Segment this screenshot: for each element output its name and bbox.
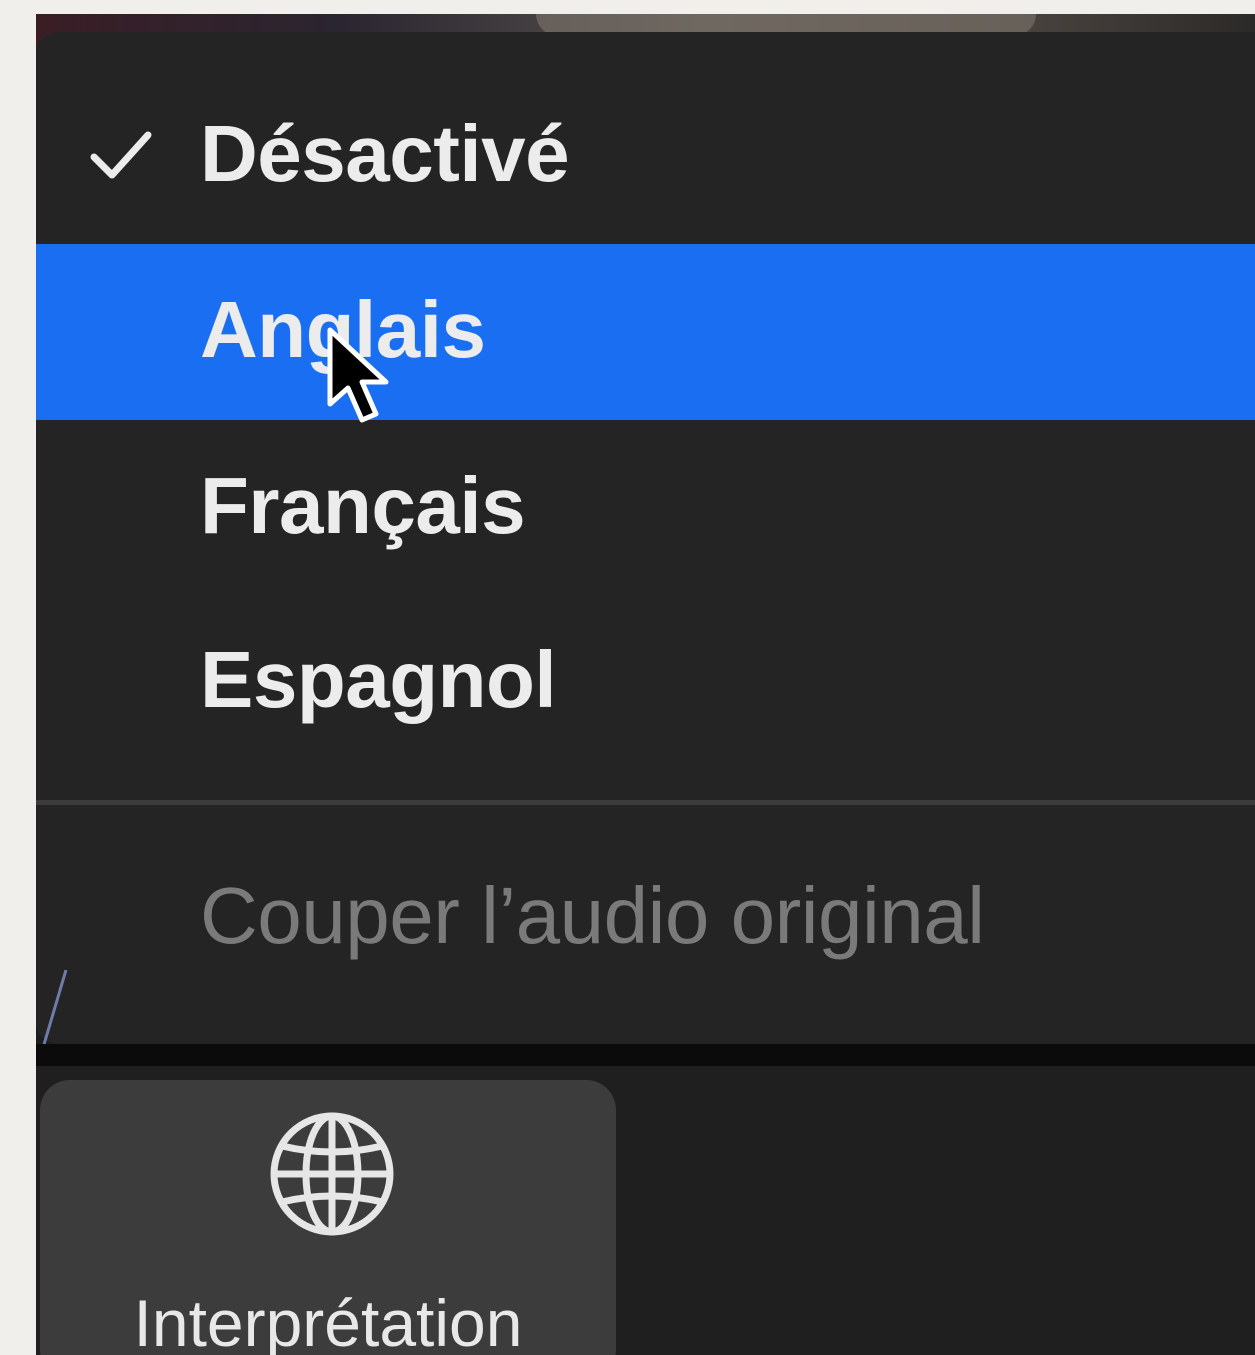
menu-item-espagnol[interactable]: Espagnol <box>36 594 1255 770</box>
menu-item-label: Français <box>200 461 526 551</box>
menu-bottom-edge <box>36 1044 1255 1066</box>
checkmark-icon <box>90 131 152 179</box>
interpretation-language-menu: Désactivé Anglais Français Espagnol Coup… <box>36 32 1255 1059</box>
meeting-window: Désactivé Anglais Français Espagnol Coup… <box>36 14 1255 1355</box>
menu-separator <box>36 800 1255 805</box>
menu-item-anglais[interactable]: Anglais <box>36 244 1255 420</box>
menu-item-label: Couper l’audio original <box>200 871 985 961</box>
mouse-pointer-icon <box>327 327 389 423</box>
menu-item-desactive[interactable]: Désactivé <box>36 68 1255 244</box>
menu-item-label: Espagnol <box>200 635 557 725</box>
interpretation-button[interactable]: Interprétation <box>40 1080 616 1355</box>
interpretation-button-label: Interprétation <box>133 1286 523 1355</box>
globe-icon <box>270 1112 394 1236</box>
menu-item-label: Désactivé <box>200 109 570 199</box>
menu-item-francais[interactable]: Français <box>36 420 1255 596</box>
meeting-toolbar: Interprétation <box>36 1066 1255 1355</box>
menu-item-mute-original-audio: Couper l’audio original <box>36 830 1255 1006</box>
